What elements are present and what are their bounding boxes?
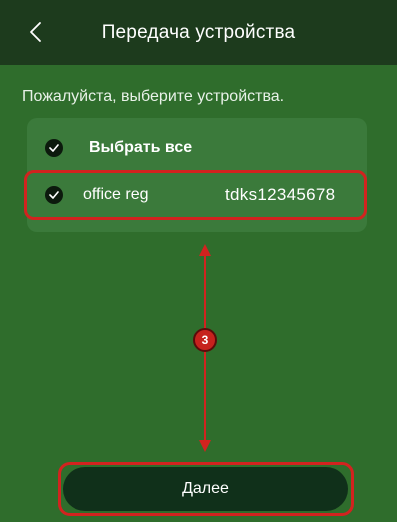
select-all-row[interactable]: Выбрать все: [27, 130, 367, 166]
device-serial: tdks12345678: [225, 185, 336, 204]
select-all-label: Выбрать все: [89, 139, 193, 156]
instruction-text: Пожалуйста, выберите устройства.: [22, 88, 285, 105]
top-bar: Передача устройства: [0, 0, 397, 65]
page-title: Передача устройства: [101, 22, 296, 43]
device-name: office reg: [83, 186, 149, 203]
next-button[interactable]: Далее: [63, 467, 348, 511]
device-list-card: Выбрать все office reg tdks12345678: [27, 118, 367, 232]
check-icon[interactable]: [45, 186, 63, 204]
step-badge: 3: [193, 328, 217, 352]
device-row[interactable]: office reg tdks12345678: [27, 176, 367, 214]
check-icon[interactable]: [45, 139, 63, 157]
